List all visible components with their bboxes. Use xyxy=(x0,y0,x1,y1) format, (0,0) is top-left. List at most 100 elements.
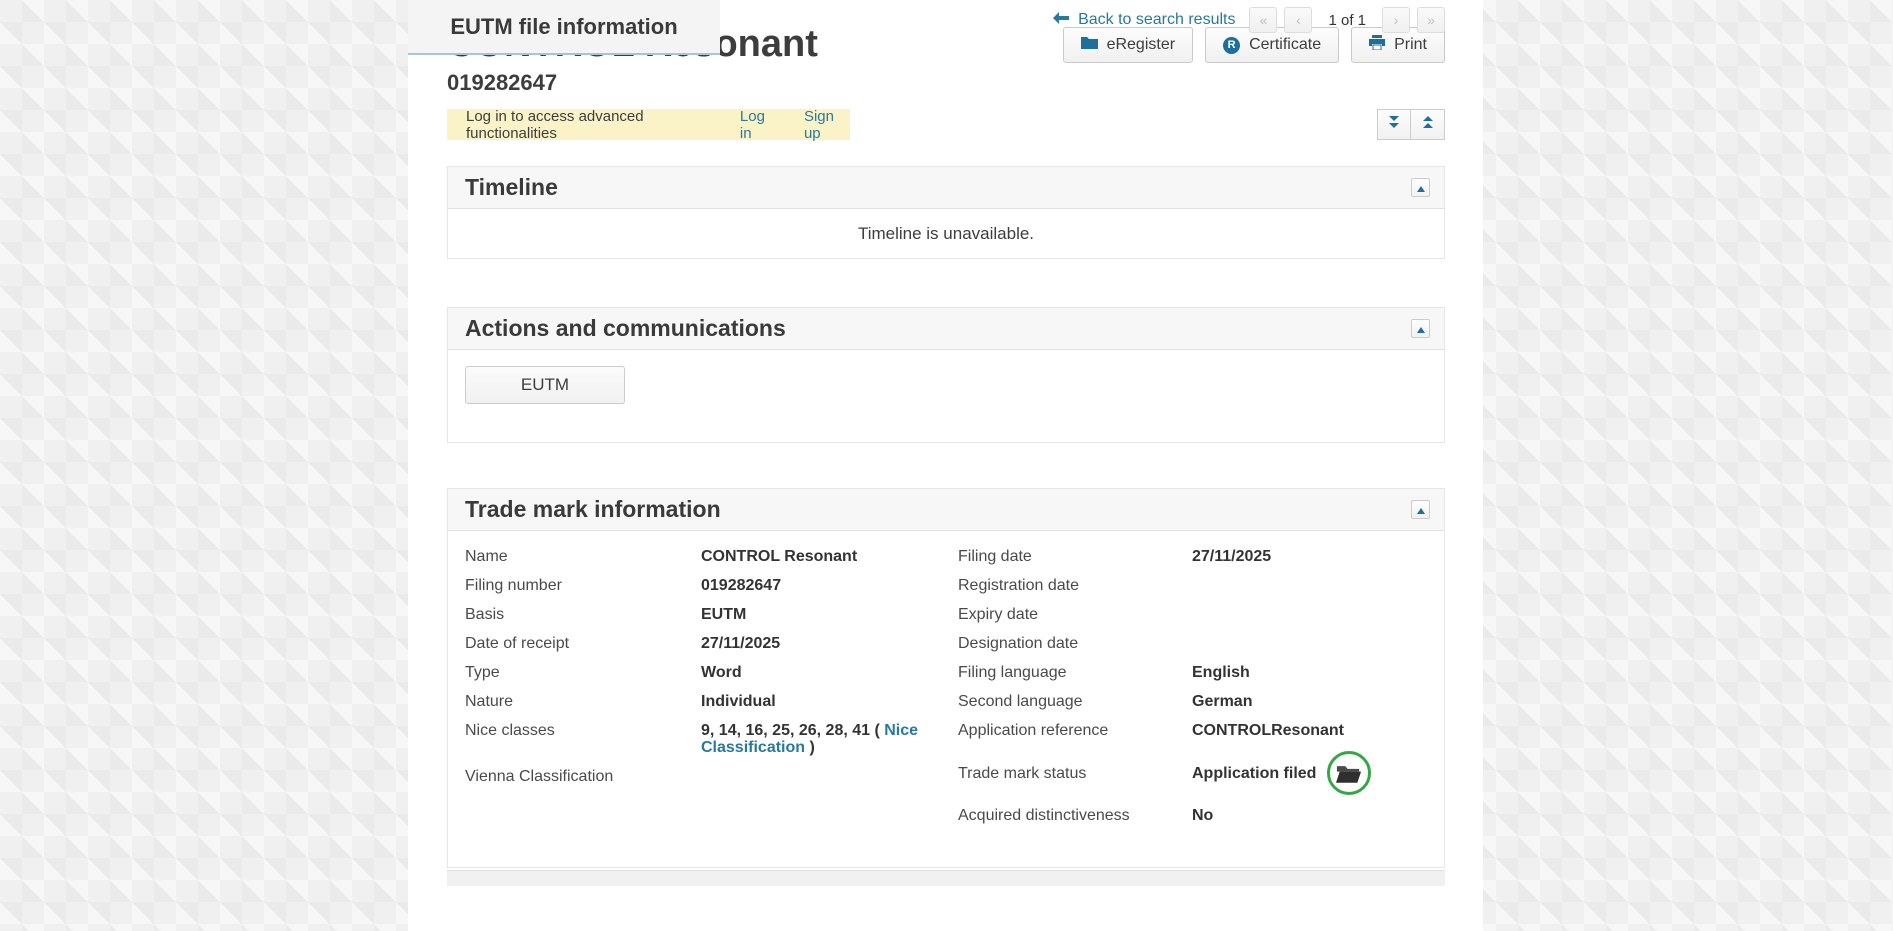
field-label: Nice classes xyxy=(465,722,701,756)
field-value: English xyxy=(1192,664,1427,681)
field-value xyxy=(701,768,958,785)
trademark-status-value: Application filed xyxy=(1192,751,1427,795)
tab-label: EUTM file information xyxy=(450,14,677,40)
pager-last-button[interactable]: » xyxy=(1417,7,1445,33)
double-chevron-down-icon xyxy=(1388,115,1400,134)
actions-section-title: Actions and communications xyxy=(465,315,786,342)
back-link-label: Back to search results xyxy=(1078,11,1235,29)
eregister-button-label: eRegister xyxy=(1107,36,1175,54)
tab-eutm-file-information[interactable]: EUTM file information xyxy=(408,0,720,55)
field-value: 019282647 xyxy=(701,577,958,594)
field-label: Expiry date xyxy=(958,606,1192,623)
application-filed-status-icon xyxy=(1327,751,1371,795)
trademark-fields-left-column: Name CONTROL Resonant Filing number 0192… xyxy=(465,548,958,867)
field-row-expiry-date: Expiry date xyxy=(958,606,1427,623)
collapse-all-button[interactable] xyxy=(1411,109,1445,140)
timeline-unavailable-message: Timeline is unavailable. xyxy=(858,224,1034,244)
field-label: Application reference xyxy=(958,722,1192,739)
pager-first-button[interactable]: « xyxy=(1249,7,1277,33)
actions-collapse-button[interactable] xyxy=(1411,319,1430,338)
actions-section-header: Actions and communications xyxy=(448,308,1444,350)
field-value: Individual xyxy=(701,693,958,710)
field-row-name: Name CONTROL Resonant xyxy=(465,548,958,565)
main-content-panel: EUTM file information Back to search res… xyxy=(408,0,1483,931)
field-value: 27/11/2025 xyxy=(701,635,958,652)
expand-collapse-all-group xyxy=(1377,109,1445,140)
field-row-application-reference: Application reference CONTROLResonant xyxy=(958,722,1427,739)
field-label: Filing date xyxy=(958,548,1192,565)
next-section-header-partial xyxy=(447,870,1445,886)
registered-mark-icon: R xyxy=(1223,37,1240,54)
field-value: German xyxy=(1192,693,1427,710)
trademark-fields-right-column: Filing date 27/11/2025 Registration date… xyxy=(958,548,1427,867)
field-row-trademark-status: Trade mark status Application filed xyxy=(958,751,1427,795)
field-label: Registration date xyxy=(958,577,1192,594)
caret-up-icon xyxy=(1417,320,1425,338)
field-row-date-of-receipt: Date of receipt 27/11/2025 xyxy=(465,635,958,652)
field-label: Basis xyxy=(465,606,701,623)
caret-up-icon xyxy=(1417,501,1425,519)
timeline-body: Timeline is unavailable. xyxy=(448,209,1444,258)
field-row-second-language: Second language German xyxy=(958,693,1427,710)
timeline-section: Timeline Timeline is unavailable. xyxy=(447,166,1445,259)
login-banner: Log in to access advanced functionalitie… xyxy=(447,109,850,140)
login-banner-message: Log in to access advanced functionalitie… xyxy=(466,108,713,142)
printer-icon xyxy=(1369,35,1385,55)
print-button-label: Print xyxy=(1394,36,1427,54)
back-to-search-results-link[interactable]: Back to search results xyxy=(1053,11,1235,29)
field-row-nature: Nature Individual xyxy=(465,693,958,710)
actions-body: EUTM xyxy=(448,350,1444,442)
nice-classes-numbers: 9, 14, 16, 25, 26, 28, 41 ( xyxy=(701,722,884,739)
field-label: Trade mark status xyxy=(958,765,1192,782)
field-value: EUTM xyxy=(701,606,958,623)
field-row-designation-date: Designation date xyxy=(958,635,1427,652)
folder-icon xyxy=(1081,36,1098,54)
double-chevron-up-icon xyxy=(1422,115,1434,134)
nice-classes-suffix: ) xyxy=(805,739,815,756)
field-label: Acquired distinctiveness xyxy=(958,807,1192,824)
field-value: No xyxy=(1192,807,1427,824)
field-label: Filing language xyxy=(958,664,1192,681)
back-arrow-icon xyxy=(1053,11,1069,29)
field-label: Name xyxy=(465,548,701,565)
field-label: Filing number xyxy=(465,577,701,594)
trademark-collapse-button[interactable] xyxy=(1411,500,1430,519)
signup-link[interactable]: Sign up xyxy=(804,108,850,142)
trademark-section-title: Trade mark information xyxy=(465,496,721,523)
field-row-vienna-classification: Vienna Classification xyxy=(465,768,958,785)
top-navigation: Back to search results « ‹ 1 of 1 › » xyxy=(1053,7,1445,33)
login-row: Log in to access advanced functionalitie… xyxy=(447,109,1445,140)
field-row-filing-language: Filing language English xyxy=(958,664,1427,681)
caret-up-icon xyxy=(1417,179,1425,197)
field-label: Type xyxy=(465,664,701,681)
field-value xyxy=(1192,635,1427,652)
timeline-collapse-button[interactable] xyxy=(1411,178,1430,197)
trademark-section-header: Trade mark information xyxy=(448,489,1444,531)
field-value xyxy=(1192,606,1427,623)
timeline-section-title: Timeline xyxy=(465,174,558,201)
field-value: CONTROLResonant xyxy=(1192,722,1427,739)
status-text: Application filed xyxy=(1192,765,1316,782)
eutm-tab-button[interactable]: EUTM xyxy=(465,366,625,404)
trademark-info-section: Trade mark information Name CONTROL Reso… xyxy=(447,488,1445,868)
field-label: Second language xyxy=(958,693,1192,710)
pager-prev-button[interactable]: ‹ xyxy=(1284,7,1312,33)
pager-next-button[interactable]: › xyxy=(1382,7,1410,33)
field-row-registration-date: Registration date xyxy=(958,577,1427,594)
field-label: Date of receipt xyxy=(465,635,701,652)
login-link[interactable]: Log in xyxy=(740,108,777,142)
eutm-tab-label: EUTM xyxy=(521,375,569,395)
field-label: Designation date xyxy=(958,635,1192,652)
field-row-basis: Basis EUTM xyxy=(465,606,958,623)
field-value: 27/11/2025 xyxy=(1192,548,1427,565)
filing-number-heading: 019282647 xyxy=(447,70,818,96)
expand-all-button[interactable] xyxy=(1377,109,1411,140)
nice-classes-value: 9, 14, 16, 25, 26, 28, 41 ( Nice Classif… xyxy=(701,722,967,756)
field-value xyxy=(1192,577,1427,594)
field-row-acquired-distinctiveness: Acquired distinctiveness No xyxy=(958,807,1427,824)
field-row-nice-classes: Nice classes 9, 14, 16, 25, 26, 28, 41 (… xyxy=(465,722,958,756)
field-value: CONTROL Resonant xyxy=(701,548,958,565)
actions-section: Actions and communications EUTM xyxy=(447,307,1445,443)
field-row-type: Type Word xyxy=(465,664,958,681)
certificate-button-label: Certificate xyxy=(1249,36,1321,54)
